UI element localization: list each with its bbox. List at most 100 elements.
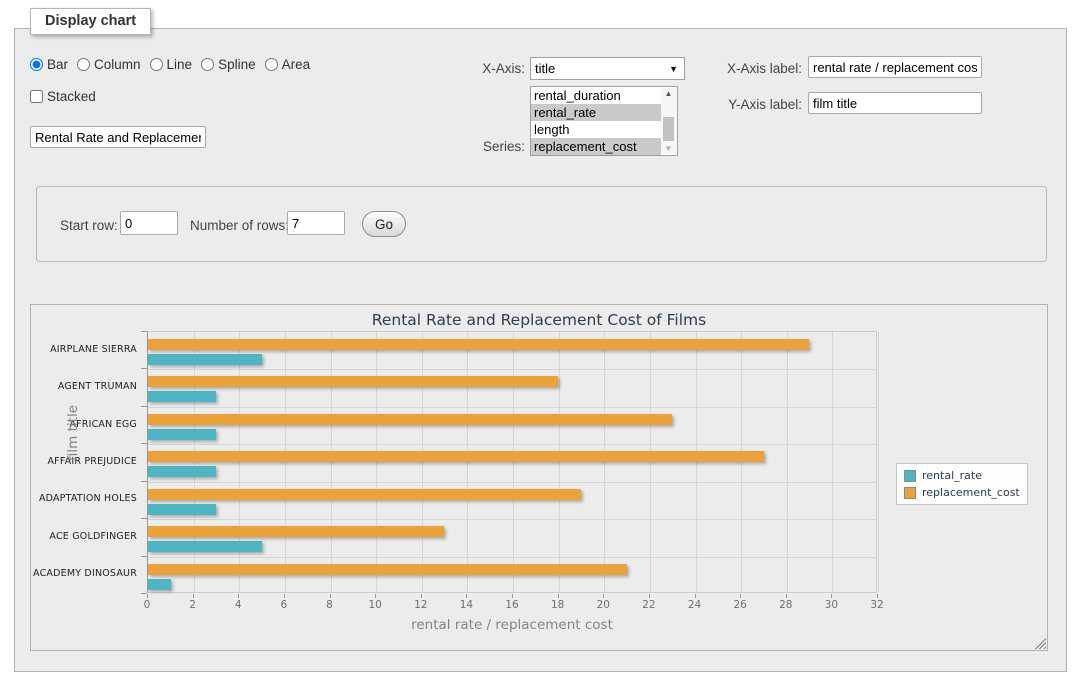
x-tick-4 — [238, 594, 239, 598]
radio-spline[interactable]: Spline — [201, 57, 256, 72]
x-tick-18 — [558, 594, 559, 598]
x-tick-label-22: 22 — [642, 599, 655, 611]
x-tick-label-8: 8 — [326, 599, 333, 611]
radio-bar-label: Bar — [47, 57, 68, 72]
series-listbox-label: Series: — [435, 139, 525, 154]
x-tick-label-20: 20 — [597, 599, 610, 611]
bar-replacement_cost-2 — [148, 414, 672, 425]
listbox-option-replacement_cost[interactable]: replacement_cost — [531, 138, 661, 155]
fieldset-legend: Display chart — [30, 8, 151, 35]
chart-type-radio-group: Bar Column Line Spline Area — [30, 57, 310, 72]
chart-legend: rental_rate replacement_cost — [896, 463, 1028, 505]
x-tick-10 — [375, 594, 376, 598]
y-tick-5 — [141, 518, 147, 519]
x-tick-20 — [603, 594, 604, 598]
bar-rental_rate-3 — [148, 466, 216, 477]
gridline-band-1 — [148, 369, 876, 370]
chart-x-tick-labels: 02468101214161820222426283032 — [147, 599, 877, 613]
x-tick-32 — [877, 594, 878, 598]
listbox-option-length[interactable]: length — [531, 121, 661, 138]
chart-title-input[interactable] — [30, 126, 206, 148]
legend-entry-replacement_cost: replacement_cost — [904, 486, 1020, 499]
gridline-band-6 — [148, 557, 876, 558]
x-axis-label-input[interactable] — [808, 56, 982, 78]
listbox-option-rental_rate[interactable]: rental_rate — [531, 104, 661, 121]
legend-label-rental_rate: rental_rate — [922, 469, 982, 482]
radio-bar-input[interactable] — [30, 58, 43, 71]
y-tick-3 — [141, 443, 147, 444]
radio-area-input[interactable] — [265, 58, 278, 71]
radio-column[interactable]: Column — [77, 57, 141, 72]
radio-area[interactable]: Area — [265, 57, 311, 72]
bar-replacement_cost-5 — [148, 526, 444, 537]
select-dropdown-arrow-icon: ▼ — [669, 64, 678, 74]
x-tick-label-6: 6 — [281, 599, 288, 611]
x-tick-label-28: 28 — [779, 599, 792, 611]
gridline-x-32 — [878, 332, 879, 592]
y-tick-4 — [141, 481, 147, 482]
x-tick-label-14: 14 — [460, 599, 473, 611]
gridline-band-3 — [148, 444, 876, 445]
chart-y-axis-title: film title — [65, 405, 81, 461]
category-label-3: AFFAIR PREJUDICE — [31, 456, 137, 467]
listbox-scrollbar[interactable]: ▲ ▼ — [661, 88, 676, 154]
radio-line-input[interactable] — [150, 58, 163, 71]
x-tick-0 — [147, 594, 148, 598]
radio-spline-label: Spline — [218, 57, 256, 72]
radio-column-input[interactable] — [77, 58, 90, 71]
series-listbox[interactable]: rental_durationrental_ratelengthreplacem… — [530, 86, 678, 156]
legend-swatch-rental_rate — [904, 470, 916, 482]
legend-swatch-replacement_cost — [904, 487, 916, 499]
x-axis-selected-value: title — [535, 61, 555, 76]
x-tick-label-4: 4 — [235, 599, 242, 611]
stacked-checkbox[interactable] — [30, 90, 43, 103]
listbox-option-rental_duration[interactable]: rental_duration — [531, 87, 661, 104]
scrollbar-thumb[interactable] — [663, 117, 674, 141]
start-row-label: Start row: — [60, 218, 118, 233]
chart-container: Rental Rate and Replacement Cost of Film… — [30, 304, 1048, 651]
start-row-input[interactable] — [120, 211, 178, 235]
category-label-5: ACE GOLDFINGER — [31, 531, 137, 542]
number-of-rows-label: Number of rows: — [190, 218, 289, 233]
x-tick-30 — [831, 594, 832, 598]
category-label-1: AGENT TRUMAN — [31, 381, 137, 392]
x-tick-label-26: 26 — [733, 599, 746, 611]
y-axis-label-input[interactable] — [808, 92, 982, 114]
go-button[interactable]: Go — [362, 211, 406, 237]
radio-spline-input[interactable] — [201, 58, 214, 71]
scrollbar-up-arrow-icon[interactable]: ▲ — [661, 89, 676, 98]
resize-handle-icon[interactable] — [1034, 637, 1046, 649]
x-tick-label-32: 32 — [870, 599, 883, 611]
x-tick-label-0: 0 — [144, 599, 151, 611]
x-tick-22 — [649, 594, 650, 598]
y-tick-2 — [141, 406, 147, 407]
bar-rental_rate-0 — [148, 354, 262, 365]
x-tick-label-2: 2 — [189, 599, 196, 611]
gridline-band-4 — [148, 482, 876, 483]
radio-bar[interactable]: Bar — [30, 57, 68, 72]
bar-replacement_cost-0 — [148, 339, 809, 350]
x-tick-label-12: 12 — [414, 599, 427, 611]
radio-column-label: Column — [94, 57, 141, 72]
x-tick-28 — [786, 594, 787, 598]
x-tick-14 — [466, 594, 467, 598]
y-axis-label-caption: Y-Axis label: — [712, 97, 802, 112]
number-of-rows-input[interactable] — [287, 211, 345, 235]
y-tick-6 — [141, 556, 147, 557]
radio-line[interactable]: Line — [150, 57, 193, 72]
x-tick-24 — [695, 594, 696, 598]
stacked-checkbox-label[interactable]: Stacked — [30, 89, 96, 104]
x-axis-select[interactable]: title ▼ — [530, 57, 685, 80]
chart-category-labels: AIRPLANE SIERRAAGENT TRUMANAFRICAN EGGAF… — [31, 331, 141, 593]
display-chart-page: Display chart Bar Column Line Spline Are… — [0, 0, 1081, 681]
bar-replacement_cost-6 — [148, 564, 627, 575]
gridline-band-2 — [148, 407, 876, 408]
chart-plot-area — [147, 331, 877, 593]
scrollbar-down-arrow-icon[interactable]: ▼ — [661, 144, 676, 153]
stacked-row: Stacked — [30, 89, 96, 104]
bar-rental_rate-1 — [148, 391, 216, 402]
x-tick-16 — [512, 594, 513, 598]
gridline-x-30 — [832, 332, 833, 592]
stacked-label: Stacked — [47, 89, 96, 104]
x-tick-12 — [421, 594, 422, 598]
